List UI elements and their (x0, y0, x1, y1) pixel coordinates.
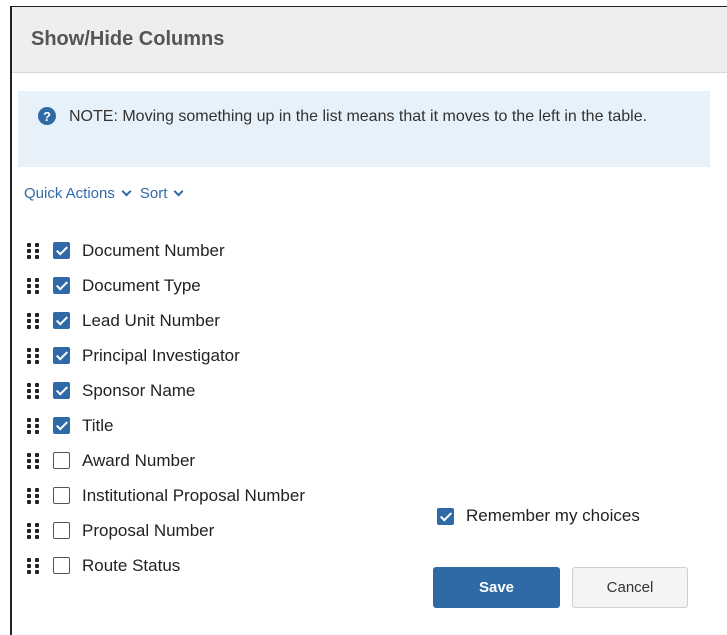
column-label: Document Number (82, 240, 225, 260)
drag-handle-icon[interactable] (27, 522, 41, 539)
column-label: Sponsor Name (82, 380, 196, 400)
column-row[interactable]: Route Status (27, 548, 305, 583)
column-checkbox[interactable] (53, 242, 70, 259)
dialog-header: Show/Hide Columns (12, 7, 727, 73)
column-list: Document Number Document Type Lead Unit Nu… (27, 233, 305, 583)
column-row[interactable]: Sponsor Name (27, 373, 305, 408)
column-row[interactable]: Award Number (27, 443, 305, 478)
column-row[interactable]: Title (27, 408, 305, 443)
chevron-down-icon (121, 186, 132, 197)
sort-label: Sort (139, 185, 168, 202)
note-text: NOTE: Moving something up in the list me… (69, 108, 648, 125)
drag-handle-icon[interactable] (27, 452, 41, 469)
note-banner: ? NOTE: Moving something up in the list … (18, 91, 710, 167)
column-checkbox[interactable] (53, 312, 70, 329)
column-checkbox[interactable] (53, 452, 70, 469)
remember-choices-label: Remember my choices (466, 506, 640, 525)
cancel-button[interactable]: Cancel (572, 567, 688, 608)
column-checkbox[interactable] (53, 277, 70, 294)
drag-handle-icon[interactable] (27, 417, 41, 434)
column-label: Document Type (82, 275, 201, 295)
column-row[interactable]: Principal Investigator (27, 338, 305, 373)
drag-handle-icon[interactable] (27, 312, 41, 329)
column-label: Route Status (82, 555, 181, 575)
drag-handle-icon[interactable] (27, 382, 41, 399)
column-checkbox[interactable] (53, 557, 70, 574)
column-label: Proposal Number (82, 520, 215, 540)
column-checkbox[interactable] (53, 487, 70, 504)
drag-handle-icon[interactable] (27, 277, 41, 294)
column-label: Principal Investigator (82, 345, 240, 365)
quick-actions-dropdown[interactable]: Quick Actions (24, 185, 132, 202)
column-label: Title (82, 415, 114, 435)
save-button[interactable]: Save (433, 567, 560, 608)
drag-handle-icon[interactable] (27, 557, 41, 574)
column-checkbox[interactable] (53, 347, 70, 364)
column-row[interactable]: Proposal Number (27, 513, 305, 548)
chevron-down-icon (173, 186, 184, 197)
column-checkbox[interactable] (53, 382, 70, 399)
column-row[interactable]: Document Number (27, 233, 305, 268)
help-icon: ? (38, 107, 56, 125)
drag-handle-icon[interactable] (27, 347, 41, 364)
remember-choices-checkbox[interactable] (437, 507, 454, 525)
column-row[interactable]: Institutional Proposal Number (27, 478, 305, 513)
column-row[interactable]: Document Type (27, 268, 305, 303)
column-label: Institutional Proposal Number (82, 485, 306, 505)
column-label: Award Number (82, 450, 196, 470)
drag-handle-icon[interactable] (27, 487, 41, 504)
dialog-title: Show/Hide Columns (31, 28, 225, 50)
column-checkbox[interactable] (53, 417, 70, 434)
column-label: Lead Unit Number (82, 310, 220, 330)
remember-choices-option[interactable]: Remember my choices (437, 506, 640, 526)
sort-dropdown[interactable]: Sort (139, 185, 184, 202)
column-checkbox[interactable] (53, 522, 70, 539)
quick-actions-label: Quick Actions (24, 185, 115, 202)
action-bar: Quick Actions Sort (24, 185, 184, 202)
column-row[interactable]: Lead Unit Number (27, 303, 305, 338)
drag-handle-icon[interactable] (27, 242, 41, 259)
